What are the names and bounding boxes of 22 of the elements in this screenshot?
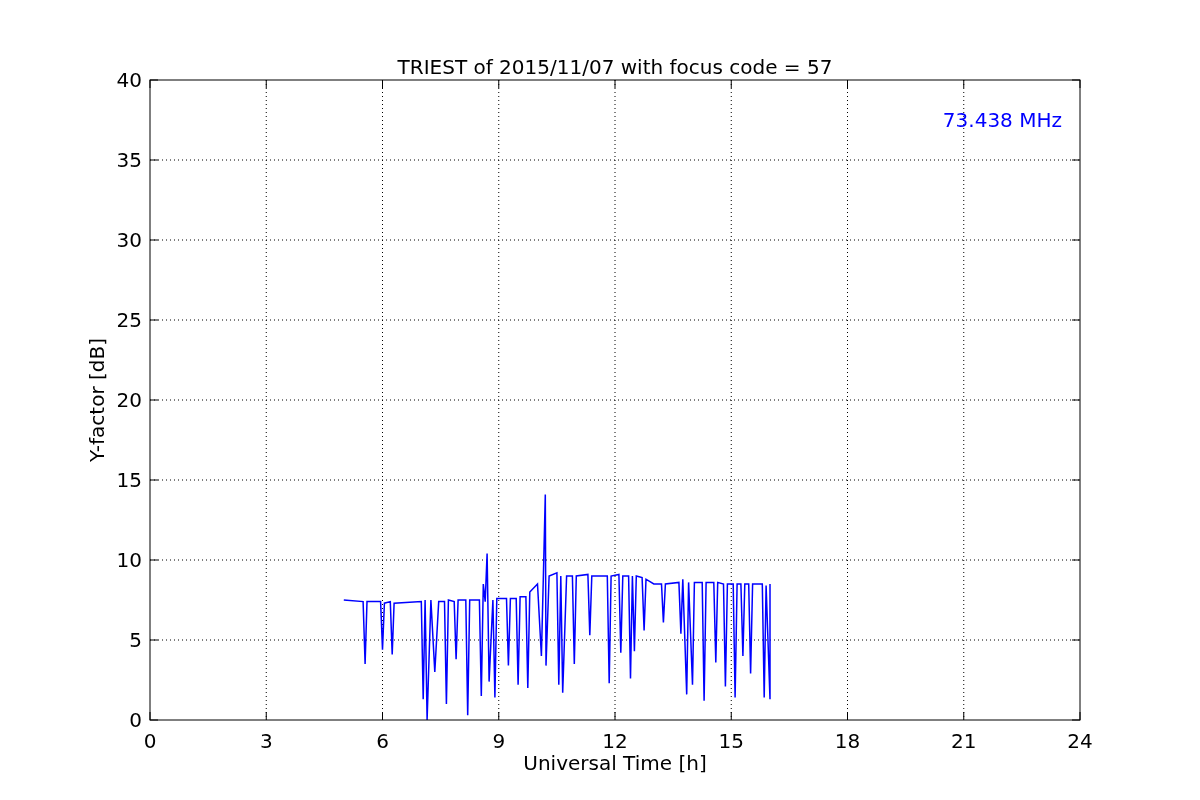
tick-label: 12: [602, 729, 628, 753]
tick-label: 20: [116, 388, 142, 412]
tick-label: 30: [116, 228, 142, 252]
tick-label: 0: [143, 729, 157, 753]
tick-label: 21: [951, 729, 977, 753]
tick-label: 5: [129, 628, 142, 652]
x-axis-label: Universal Time [h]: [523, 751, 707, 775]
tick-label: 25: [116, 308, 142, 332]
tick-label: 3: [259, 729, 273, 753]
tick-label: 0: [129, 708, 142, 732]
chart-title: TRIEST of 2015/11/07 with focus code = 57: [397, 55, 833, 79]
y-axis-label: Y-factor [dB]: [85, 338, 109, 462]
tick-label: 35: [116, 148, 142, 172]
tick-label: 24: [1067, 729, 1093, 753]
tick-label: 15: [718, 729, 744, 753]
frequency-annotation: 73.438 MHz: [942, 108, 1062, 132]
tick-label: 15: [116, 468, 142, 492]
tick-label: 18: [834, 729, 861, 753]
tick-label: 40: [116, 68, 142, 92]
tick-label: 6: [376, 729, 389, 753]
tick-label: 9: [492, 729, 506, 753]
tick-label: 10: [116, 548, 142, 572]
